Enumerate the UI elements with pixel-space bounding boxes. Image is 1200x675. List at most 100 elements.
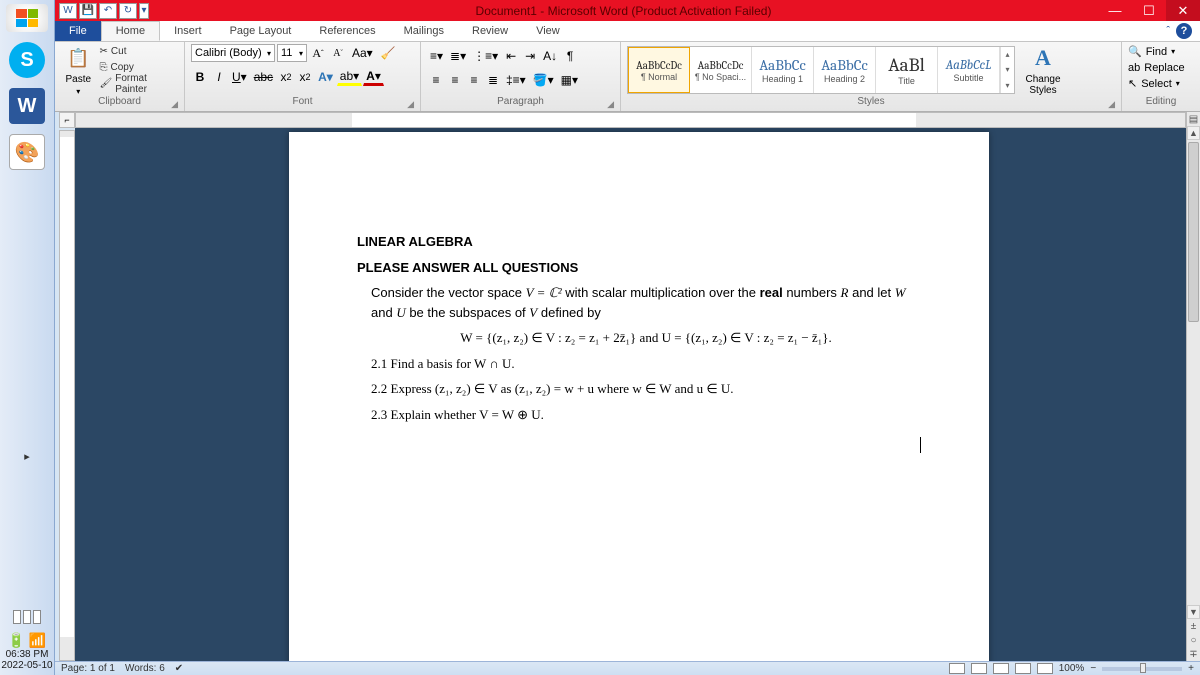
- ruler-corner[interactable]: ⌐: [59, 112, 75, 128]
- zoom-in-icon[interactable]: +: [1188, 663, 1194, 674]
- tab-view[interactable]: View: [522, 21, 574, 41]
- highlight-button[interactable]: ab▾: [337, 68, 362, 86]
- maximize-button[interactable]: ☐: [1132, 0, 1166, 21]
- justify-button[interactable]: ≣: [484, 71, 502, 89]
- change-styles-button[interactable]: A Change Styles: [1019, 44, 1067, 96]
- replace-button[interactable]: abReplace: [1128, 60, 1185, 75]
- show-marks-button[interactable]: ¶: [561, 47, 579, 65]
- style-normal[interactable]: AaBbCcDc¶ Normal: [628, 47, 690, 93]
- tab-page-layout[interactable]: Page Layout: [216, 21, 306, 41]
- vertical-ruler[interactable]: [59, 130, 75, 661]
- tab-insert[interactable]: Insert: [160, 21, 216, 41]
- sort-button[interactable]: A↓: [540, 47, 560, 65]
- view-outline-icon[interactable]: [1015, 663, 1031, 674]
- taskbar-overflow-icon[interactable]: ▸: [24, 450, 30, 463]
- tab-references[interactable]: References: [305, 21, 389, 41]
- subscript-button[interactable]: x2: [277, 68, 295, 86]
- scroll-down-icon[interactable]: ▼: [1187, 605, 1200, 619]
- tab-home[interactable]: Home: [101, 21, 160, 41]
- taskbar-word-icon[interactable]: W: [9, 88, 45, 124]
- close-button[interactable]: ✕: [1166, 0, 1200, 21]
- bullets-button[interactable]: ≡▾: [427, 47, 446, 65]
- style-heading-2[interactable]: AaBbCcHeading 2: [814, 47, 876, 93]
- tab-mailings[interactable]: Mailings: [390, 21, 458, 41]
- document-area[interactable]: LINEAR ALGEBRA PLEASE ANSWER ALL QUESTIO…: [75, 128, 1186, 661]
- find-button[interactable]: 🔍Find▾: [1128, 44, 1185, 59]
- line-spacing-button[interactable]: ‡≡▾: [503, 71, 529, 89]
- taskbar-date[interactable]: 2022-05-10: [0, 660, 54, 671]
- status-words[interactable]: Words: 6: [125, 663, 165, 674]
- view-print-layout-icon[interactable]: [949, 663, 965, 674]
- shrink-font-button[interactable]: Aˇ: [329, 44, 347, 62]
- zoom-slider[interactable]: [1102, 667, 1182, 671]
- increase-indent-button[interactable]: ⇥: [521, 47, 539, 65]
- zoom-out-icon[interactable]: −: [1090, 663, 1096, 674]
- bold-button[interactable]: B: [191, 68, 209, 86]
- cut-button[interactable]: ✂Cut: [100, 44, 178, 59]
- multilevel-button[interactable]: ⋮≡▾: [470, 47, 501, 65]
- style-heading-1[interactable]: AaBbCcHeading 1: [752, 47, 814, 93]
- view-draft-icon[interactable]: [1037, 663, 1053, 674]
- taskbar-paint-icon[interactable]: 🎨: [9, 134, 45, 170]
- document-page[interactable]: LINEAR ALGEBRA PLEASE ANSWER ALL QUESTIO…: [289, 132, 989, 661]
- style-subtitle[interactable]: AaBbCcLSubtitle: [938, 47, 1000, 93]
- shading-button[interactable]: 🪣▾: [530, 71, 557, 89]
- scroll-up-icon[interactable]: ▲: [1187, 126, 1200, 140]
- word-app-icon[interactable]: W: [59, 3, 77, 19]
- qat-redo-icon[interactable]: ↻: [119, 3, 137, 19]
- tab-file[interactable]: File: [55, 21, 101, 41]
- align-right-button[interactable]: ≡: [465, 71, 483, 89]
- taskbar-tray[interactable]: [0, 610, 54, 624]
- format-painter-button[interactable]: 🖌Format Painter: [100, 76, 178, 91]
- start-button[interactable]: [6, 4, 48, 32]
- help-icon[interactable]: ?: [1176, 23, 1192, 39]
- paragraph-launcher-icon[interactable]: ◢: [607, 99, 614, 110]
- style-title[interactable]: AaBlTitle: [876, 47, 938, 93]
- font-size-select[interactable]: 11▾: [277, 44, 307, 62]
- horizontal-ruler[interactable]: [75, 112, 1186, 128]
- tab-review[interactable]: Review: [458, 21, 522, 41]
- styles-gallery-more[interactable]: ▴▾▾: [1000, 47, 1014, 93]
- status-proof-icon[interactable]: ✔: [175, 663, 183, 674]
- browse-up-icon[interactable]: ±: [1187, 619, 1200, 633]
- align-left-button[interactable]: ≡: [427, 71, 445, 89]
- minimize-button[interactable]: —: [1098, 0, 1132, 21]
- scroll-thumb[interactable]: [1188, 142, 1199, 322]
- grow-font-button[interactable]: Aˆ: [309, 44, 327, 62]
- style-no-spacing[interactable]: AaBbCcDc¶ No Spaci...: [690, 47, 752, 93]
- battery-icon[interactable]: 🔋 📶: [0, 632, 54, 649]
- borders-button[interactable]: ▦▾: [558, 71, 581, 89]
- view-full-screen-icon[interactable]: [971, 663, 987, 674]
- qat-undo-icon[interactable]: ↶: [99, 3, 117, 19]
- taskbar-time[interactable]: 06:38 PM: [0, 649, 54, 660]
- ruler-toggle-icon[interactable]: ▤: [1187, 112, 1200, 126]
- qat-save-icon[interactable]: 💾: [79, 3, 97, 19]
- scroll-track[interactable]: [1187, 140, 1200, 605]
- styles-launcher-icon[interactable]: ◢: [1108, 99, 1115, 110]
- vertical-scrollbar[interactable]: ▤ ▲ ▼ ± ○ ∓: [1186, 112, 1200, 661]
- clipboard-launcher-icon[interactable]: ◢: [171, 99, 178, 110]
- paste-button[interactable]: 📋 Paste ▾: [61, 44, 96, 96]
- font-color-button[interactable]: A▾: [363, 68, 384, 86]
- change-case-button[interactable]: Aa▾: [349, 44, 376, 62]
- strike-button[interactable]: abc: [251, 68, 276, 86]
- taskbar-skype-icon[interactable]: S: [9, 42, 45, 78]
- font-launcher-icon[interactable]: ◢: [407, 99, 414, 110]
- view-web-layout-icon[interactable]: [993, 663, 1009, 674]
- font-name-select[interactable]: Calibri (Body)▾: [191, 44, 275, 62]
- text-effects-button[interactable]: A▾: [315, 68, 336, 86]
- italic-button[interactable]: I: [210, 68, 228, 86]
- superscript-button[interactable]: x2: [296, 68, 314, 86]
- status-page[interactable]: Page: 1 of 1: [61, 663, 115, 674]
- zoom-level[interactable]: 100%: [1059, 663, 1085, 674]
- qat-customize-icon[interactable]: ▾: [139, 3, 149, 19]
- decrease-indent-button[interactable]: ⇤: [502, 47, 520, 65]
- ribbon-minimize-icon[interactable]: ˆ: [1166, 25, 1170, 37]
- browse-object-icon[interactable]: ○: [1187, 633, 1200, 647]
- align-center-button[interactable]: ≡: [446, 71, 464, 89]
- select-button[interactable]: ↖Select▾: [1128, 76, 1185, 91]
- browse-down-icon[interactable]: ∓: [1187, 647, 1200, 661]
- numbering-button[interactable]: ≣▾: [447, 47, 469, 65]
- underline-button[interactable]: U▾: [229, 68, 250, 86]
- clear-format-button[interactable]: 🧹: [378, 44, 399, 62]
